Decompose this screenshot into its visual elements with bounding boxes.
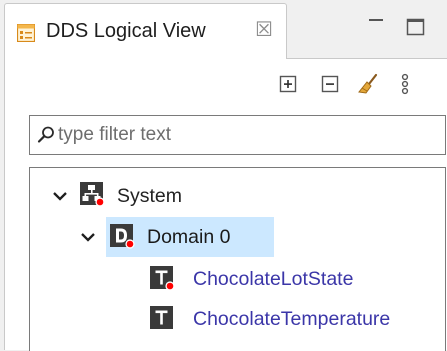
chevron-down-icon[interactable] [78, 227, 98, 247]
tree-node-system[interactable]: System [30, 176, 445, 216]
tree-node-topic[interactable]: ChocolateTemperature [30, 299, 445, 339]
topic-icon [150, 266, 175, 291]
clear-broom-icon[interactable] [356, 72, 380, 96]
filter-field[interactable] [29, 115, 446, 155]
system-icon [80, 182, 105, 207]
tree-node-topic-label: ChocolateTemperature [193, 308, 391, 330]
tree-view: System Domain 0 ChocolateLotState Chocol… [29, 167, 446, 351]
close-icon[interactable]: ☒ [255, 18, 273, 42]
collapse-all-icon[interactable] [318, 72, 342, 96]
maximize-icon[interactable] [403, 14, 429, 40]
filter-input[interactable] [58, 121, 438, 149]
expand-all-icon[interactable] [276, 72, 300, 96]
tree-node-topic[interactable]: ChocolateLotState [30, 259, 445, 299]
search-icon [37, 126, 54, 143]
dds-view-icon [17, 24, 35, 42]
dds-logical-view-panel: System Domain 0 C [4, 58, 447, 351]
tree-node-topic-label: ChocolateLotState [193, 268, 354, 290]
tree-node-domain-label: Domain 0 [147, 226, 231, 248]
tab-dds-logical-view[interactable]: DDS Logical View ☒ [4, 3, 287, 59]
tree-node-domain-0[interactable]: Domain 0 [30, 217, 445, 257]
chevron-down-icon[interactable] [50, 186, 70, 206]
tree-node-system-label: System [117, 185, 183, 207]
topic-icon [150, 306, 173, 329]
view-menu-icon[interactable] [393, 72, 417, 96]
tab-title: DDS Logical View [46, 20, 206, 42]
minimize-icon[interactable] [363, 14, 389, 40]
domain-icon [110, 224, 135, 249]
view-tab-strip: DDS Logical View ☒ [0, 0, 447, 59]
